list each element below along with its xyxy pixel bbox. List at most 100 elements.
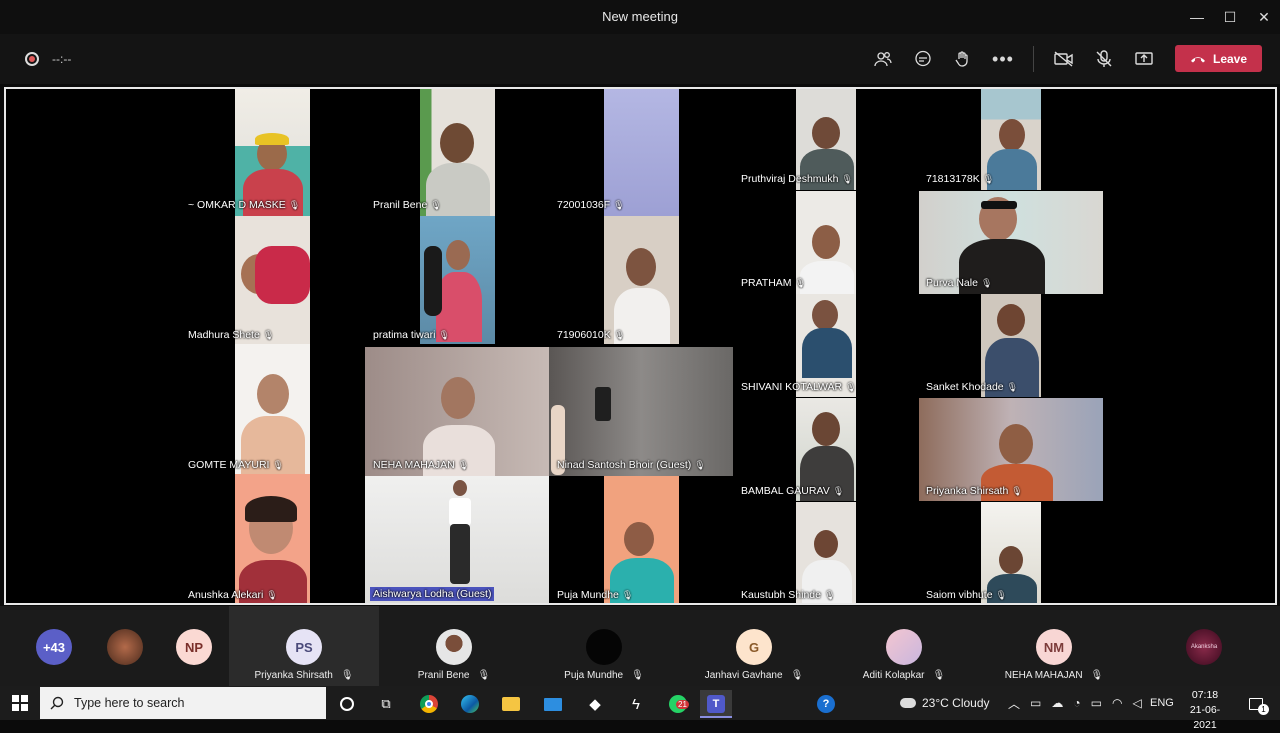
- battery-icon[interactable]: ▭: [1091, 696, 1102, 710]
- tile-name-label: Purva Nale 🎙: [926, 277, 993, 289]
- mic-icon: 🎙: [995, 589, 1007, 600]
- clock-time: 07:18: [1191, 689, 1219, 701]
- toolbar-divider: [1033, 46, 1034, 72]
- chat-button[interactable]: [909, 46, 937, 72]
- video-tile[interactable]: [235, 474, 310, 603]
- task-view-icon[interactable]: ⧉: [370, 690, 402, 718]
- avatar: PS: [286, 629, 322, 665]
- tile-name-label: Kaustubh Shinde 🎙: [741, 589, 836, 601]
- language-indicator[interactable]: ENG: [1150, 686, 1174, 720]
- tile-name-label: Pranil Bene 🎙: [373, 199, 442, 211]
- onedrive-icon[interactable]: ☁: [1051, 696, 1063, 710]
- weather-widget[interactable]: 23°C Cloudy: [900, 686, 990, 720]
- tile-name-label: 71813178K 🎙: [926, 173, 995, 185]
- network-icon[interactable]: ▭: [1030, 696, 1041, 710]
- hang-up-icon: [1190, 56, 1205, 62]
- camera-toggle-button[interactable]: [1050, 46, 1078, 72]
- video-tile[interactable]: [420, 89, 495, 216]
- video-stage: ~ OMKAR D MASKE 🎙 Madhura Shete 🎙 GOMTE MA…: [4, 87, 1277, 605]
- video-tile[interactable]: [549, 347, 733, 476]
- recording-icon: [25, 52, 39, 66]
- windows-start-icon[interactable]: [12, 695, 28, 711]
- video-tile[interactable]: [365, 347, 549, 476]
- participants-button[interactable]: [869, 46, 897, 72]
- participant-card[interactable]: NM NEHA MAHAJAN 🎙: [979, 606, 1129, 686]
- mic-icon: 🎙: [477, 670, 491, 681]
- participant-name: Aditi Kolapkar: [862, 670, 925, 681]
- mic-icon: 🎙: [262, 329, 275, 340]
- dropbox-icon[interactable]: ◆: [579, 690, 611, 718]
- mic-icon: 🎙: [790, 670, 804, 681]
- video-tile[interactable]: [365, 476, 549, 603]
- teams-icon[interactable]: T: [700, 690, 732, 718]
- edge-icon[interactable]: [454, 690, 486, 718]
- clock[interactable]: 07:18 21-06-2021: [1180, 688, 1230, 733]
- volume-icon[interactable]: ◁: [1132, 696, 1141, 710]
- mic-icon: 🎙: [794, 277, 806, 288]
- video-tile[interactable]: [604, 216, 679, 344]
- mail-icon[interactable]: [537, 690, 569, 718]
- chrome-icon[interactable]: [413, 690, 445, 718]
- avatar[interactable]: NP: [176, 629, 212, 665]
- reactions-button[interactable]: [949, 46, 977, 72]
- meeting-timer: --:--: [52, 52, 72, 66]
- participant-name: Janhavi Gavhane: [704, 670, 783, 681]
- wifi-icon[interactable]: ◠: [1112, 696, 1122, 710]
- cloud-icon: [900, 698, 916, 708]
- mic-icon: 🎙: [845, 381, 857, 392]
- more-participants-button[interactable]: +43: [36, 629, 72, 665]
- location-icon[interactable]: ◔: [1073, 696, 1080, 710]
- video-tile[interactable]: [235, 344, 310, 474]
- mic-toggle-button[interactable]: [1090, 46, 1118, 72]
- whatsapp-icon[interactable]: 21: [662, 690, 694, 718]
- avatar[interactable]: [107, 629, 143, 665]
- more-options-button[interactable]: •••: [989, 46, 1017, 72]
- tile-name-label: Sanket Khodade 🎙: [926, 381, 1019, 393]
- mic-icon: 🎙: [457, 459, 470, 470]
- video-tile[interactable]: [604, 89, 679, 216]
- participant-card[interactable]: Aditi Kolapkar 🎙: [829, 606, 979, 686]
- window-title: New meeting: [602, 9, 678, 24]
- mic-off-icon: [1096, 50, 1112, 67]
- participant-name: Priyanka Shirsath: [254, 670, 333, 681]
- video-tile[interactable]: [235, 216, 310, 344]
- avatar: [886, 629, 922, 665]
- tile-name-label: Aishwarya Lodha (Guest): [370, 587, 495, 601]
- meeting-toolbar: [0, 34, 1280, 84]
- tile-name-label: Pruthviraj Deshmukh 🎙: [741, 173, 853, 185]
- mic-icon: 🎙: [980, 277, 993, 288]
- video-tile[interactable]: [420, 216, 495, 344]
- participant-name: Pranil Bene: [417, 670, 470, 681]
- mic-icon: 🎙: [823, 589, 836, 600]
- file-explorer-icon[interactable]: [495, 690, 527, 718]
- participant-card[interactable]: PS Priyanka Shirsath 🎙: [229, 606, 379, 686]
- mic-icon: 🎙: [621, 589, 634, 600]
- tile-name-label: BAMBAL GAURAV 🎙: [741, 485, 845, 497]
- active-app-indicator: [700, 716, 732, 718]
- notification-center-icon[interactable]: 1: [1240, 690, 1272, 718]
- help-icon[interactable]: ?: [810, 690, 842, 718]
- mic-icon: 🎙: [430, 199, 442, 210]
- mic-icon: 🎙: [1090, 670, 1104, 681]
- leave-label: Leave: [1212, 51, 1248, 66]
- video-tile[interactable]: [604, 476, 679, 603]
- tile-name-label: pratima tiwari 🎙: [373, 329, 450, 341]
- mic-icon: 🎙: [694, 459, 706, 470]
- clock-date: 21-06-2021: [1189, 704, 1221, 731]
- participant-card[interactable]: Pranil Bene 🎙: [379, 606, 529, 686]
- leave-button[interactable]: Leave: [1175, 45, 1262, 72]
- chevron-up-icon[interactable]: ︿: [1008, 695, 1020, 712]
- participant-card[interactable]: G Janhavi Gavhane 🎙: [679, 606, 829, 686]
- participant-card[interactable]: Puja Mundhe 🎙: [529, 606, 679, 686]
- share-screen-button[interactable]: [1130, 46, 1158, 72]
- avatar[interactable]: Akanksha: [1186, 629, 1222, 665]
- close-window-button[interactable]: ✕: [1241, 0, 1280, 34]
- mic-icon: 🎙: [340, 670, 354, 681]
- taskbar-search-box[interactable]: Type here to search: [40, 687, 326, 719]
- cortana-icon[interactable]: [331, 690, 363, 718]
- video-tile[interactable]: [235, 89, 310, 216]
- bolt-app-icon[interactable]: ϟ: [620, 690, 652, 718]
- mic-icon: 🎙: [272, 459, 284, 470]
- tile-name-label: Ninad Santosh Bhoir (Guest) 🎙: [557, 459, 706, 471]
- weather-text: 23°C Cloudy: [922, 696, 990, 710]
